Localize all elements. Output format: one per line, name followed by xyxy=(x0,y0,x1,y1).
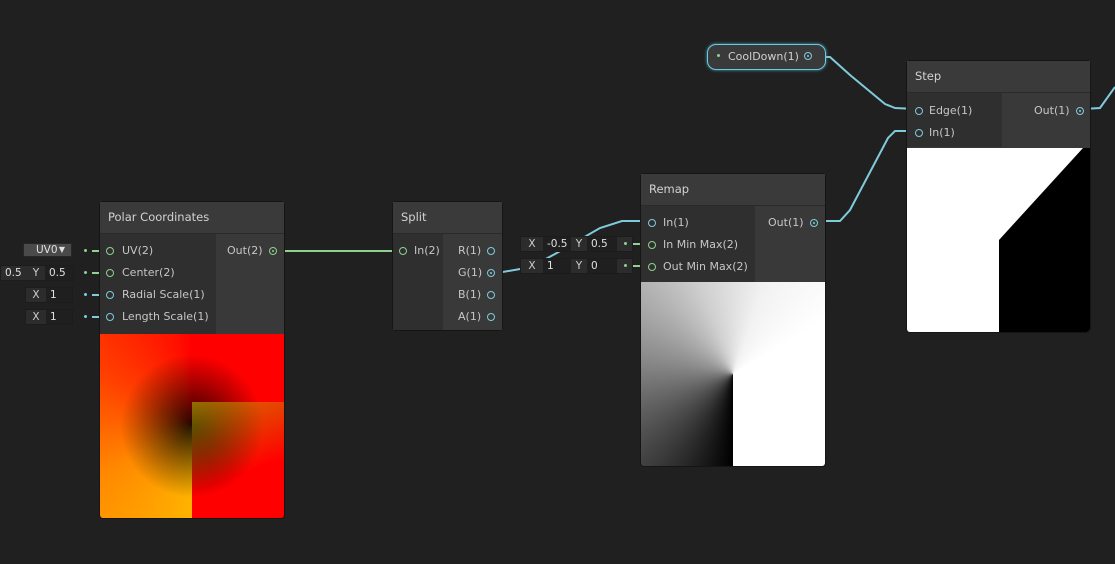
port-dot[interactable] xyxy=(106,291,114,299)
port-out-output[interactable]: Out(2) xyxy=(227,240,277,262)
out-min-max-field[interactable]: X 1 Y 0 xyxy=(520,258,633,274)
field-connector xyxy=(624,264,627,267)
port-in-input[interactable]: In(2) xyxy=(399,240,440,262)
port-label: In(1) xyxy=(929,126,955,139)
port-dot[interactable] xyxy=(106,247,114,255)
property-label: CoolDown(1) xyxy=(728,50,799,63)
port-label: G(1) xyxy=(458,266,483,279)
uv-channel-value: UV0 xyxy=(36,244,58,256)
length-scale-value[interactable]: 1 xyxy=(46,310,72,324)
length-scale-x-label: X xyxy=(32,311,40,323)
port-dot[interactable] xyxy=(648,219,656,227)
port-label: Radial Scale(1) xyxy=(122,288,205,301)
radial-scale-value[interactable]: 1 xyxy=(46,288,72,302)
port-length-scale-input[interactable]: Length Scale(1) xyxy=(106,306,209,328)
port-label: In(2) xyxy=(414,244,440,257)
port-dot[interactable] xyxy=(487,313,495,321)
port-label: Out(2) xyxy=(227,244,263,257)
port-r-output[interactable]: R(1) xyxy=(458,240,495,262)
port-uv-input[interactable]: UV(2) xyxy=(106,240,153,262)
port-label: In(1) xyxy=(663,216,689,229)
port-label: Out Min Max(2) xyxy=(663,260,748,273)
port-g-output[interactable]: G(1) xyxy=(458,262,495,284)
port-dot[interactable] xyxy=(810,219,818,227)
step-preview-shape xyxy=(999,148,1090,332)
step-node[interactable]: Step Edge(1) In(1) Out(1) xyxy=(907,61,1090,332)
wire-remap-to-step xyxy=(818,130,916,222)
center-field-connector xyxy=(84,271,87,274)
port-dot[interactable] xyxy=(487,291,495,299)
in-min-x-label: X xyxy=(528,238,536,250)
in-min-x-value[interactable]: -0.5 xyxy=(543,237,571,251)
port-label: In Min Max(2) xyxy=(663,238,739,251)
port-out-output[interactable]: Out(1) xyxy=(768,212,818,234)
port-label: Center(2) xyxy=(122,266,175,279)
port-dot[interactable] xyxy=(1076,107,1084,115)
uv-channel-dropdown[interactable]: UV0 ▼ xyxy=(23,243,72,257)
node-title[interactable]: Remap xyxy=(641,174,825,206)
port-out-min-max-input[interactable]: Out Min Max(2) xyxy=(648,256,748,278)
port-radial-scale-input[interactable]: Radial Scale(1) xyxy=(106,284,205,306)
radial-scale-x-label: X xyxy=(32,289,40,301)
node-title[interactable]: Polar Coordinates xyxy=(100,202,284,234)
radial-field-connector xyxy=(84,293,87,296)
port-label: UV(2) xyxy=(122,244,154,257)
port-label: B(1) xyxy=(458,288,482,301)
port-dot[interactable] xyxy=(915,107,923,115)
port-dot[interactable] xyxy=(106,313,114,321)
length-field-connector xyxy=(84,315,87,318)
port-dot[interactable] xyxy=(106,269,114,277)
radial-scale-field[interactable]: X 1 xyxy=(25,287,73,303)
out-min-y-label: Y xyxy=(575,260,583,272)
port-center-input[interactable]: Center(2) xyxy=(106,262,175,284)
port-label: Length Scale(1) xyxy=(122,310,209,323)
port-dot[interactable] xyxy=(648,241,656,249)
port-dot[interactable] xyxy=(487,247,495,255)
polar-coordinates-node[interactable]: Polar Coordinates UV(2) Center(2) Radial… xyxy=(100,202,284,518)
port-in-input[interactable]: In(1) xyxy=(915,122,955,144)
port-dot[interactable] xyxy=(487,269,495,277)
node-title[interactable]: Step xyxy=(907,61,1090,93)
out-min-x-label: X xyxy=(528,260,536,272)
in-min-y-value[interactable]: 0.5 xyxy=(587,237,617,251)
port-in-input[interactable]: In(1) xyxy=(648,212,689,234)
port-dot[interactable] xyxy=(648,263,656,271)
port-dot[interactable] xyxy=(915,129,923,137)
split-node[interactable]: Split In(2) R(1) G(1) B(1) A(1) xyxy=(393,202,502,330)
field-connector xyxy=(624,242,627,245)
center-y-value[interactable]: 0.5 xyxy=(45,266,73,280)
node-title[interactable]: Split xyxy=(393,202,502,234)
out-min-y-value[interactable]: 0 xyxy=(587,259,617,273)
port-label: Edge(1) xyxy=(929,104,973,117)
in-min-y-label: Y xyxy=(575,238,583,250)
port-b-output[interactable]: B(1) xyxy=(458,284,495,306)
port-edge-input[interactable]: Edge(1) xyxy=(915,100,972,122)
out-min-x-value[interactable]: 1 xyxy=(543,259,571,273)
port-label: A(1) xyxy=(458,310,482,323)
port-in-min-max-input[interactable]: In Min Max(2) xyxy=(648,234,738,256)
uv-field-connector xyxy=(84,249,87,252)
remap-node[interactable]: Remap In(1) In Min Max(2) Out Min Max(2)… xyxy=(641,174,825,466)
center-x-value[interactable]: 0.5 xyxy=(1,266,27,280)
center-field[interactable]: 0.5 Y 0.5 xyxy=(0,265,74,281)
node-preview xyxy=(907,148,1090,332)
port-a-output[interactable]: A(1) xyxy=(458,306,495,328)
cooldown-property-node[interactable]: CoolDown(1) xyxy=(707,44,826,70)
property-indicator xyxy=(717,54,720,57)
chevron-down-icon: ▼ xyxy=(58,245,65,254)
length-scale-field[interactable]: X 1 xyxy=(25,309,73,325)
port-dot[interactable] xyxy=(804,52,812,60)
center-y-label: Y xyxy=(32,267,40,279)
in-min-max-field[interactable]: X -0.5 Y 0.5 xyxy=(520,236,633,252)
wire-cooldown-to-step xyxy=(810,56,917,110)
port-dot[interactable] xyxy=(399,247,407,255)
port-dot[interactable] xyxy=(269,247,277,255)
port-label: Out(1) xyxy=(768,216,804,229)
port-out-output[interactable]: Out(1) xyxy=(1034,100,1084,122)
port-label: Out(1) xyxy=(1034,104,1070,117)
node-preview xyxy=(641,282,825,466)
port-label: R(1) xyxy=(458,244,482,257)
node-preview xyxy=(100,334,284,518)
